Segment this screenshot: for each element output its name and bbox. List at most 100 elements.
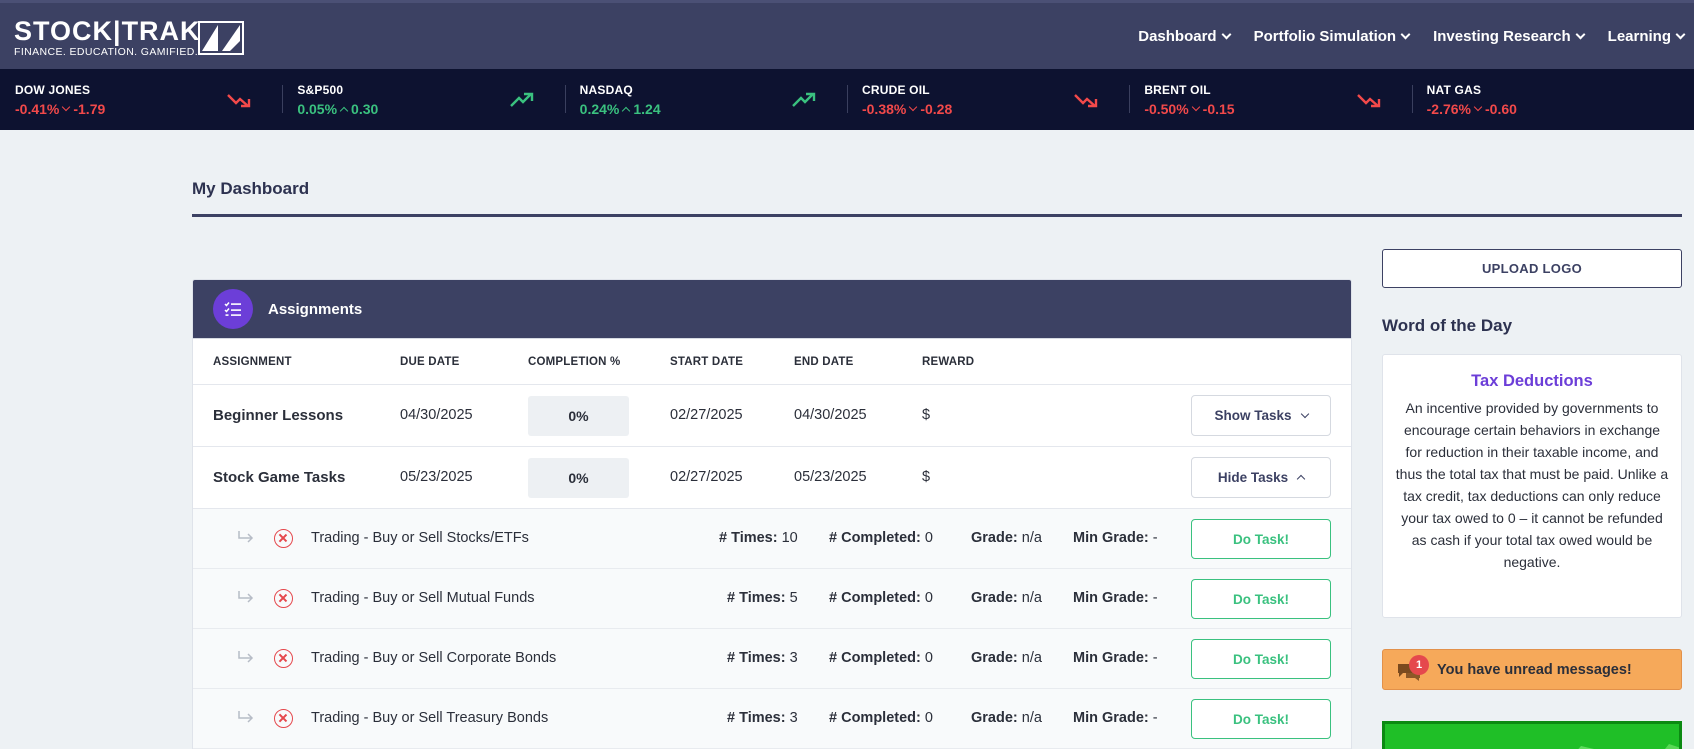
incomplete-icon	[274, 709, 293, 728]
nav-dashboard[interactable]: Dashboard	[1138, 28, 1232, 45]
times-label: # Times:	[727, 650, 786, 666]
ticker-item[interactable]: BRENT OIL -0.50% -0.15	[1129, 69, 1411, 130]
do-task-button[interactable]: Do Task!	[1191, 579, 1331, 619]
col-due-date: DUE DATE	[400, 356, 460, 368]
hide-tasks-button[interactable]: Hide Tasks	[1191, 457, 1331, 498]
min-grade-value: -	[1152, 590, 1158, 606]
ticker-item[interactable]: NAT GAS -2.76% -0.60	[1411, 69, 1694, 130]
do-task-button[interactable]: Do Task!	[1191, 639, 1331, 679]
ticker-name: NAT GAS	[1426, 83, 1482, 97]
completed-value: 0	[924, 650, 933, 666]
chevron-down-icon	[62, 102, 71, 112]
trend-down-icon	[1074, 94, 1098, 108]
chevron-down-icon	[1400, 29, 1411, 40]
completed-label: # Completed:	[829, 650, 921, 666]
chevron-up-icon	[1296, 474, 1306, 484]
grade-label: Grade:	[971, 650, 1018, 666]
promo-banner[interactable]	[1382, 721, 1682, 749]
trend-down-icon	[227, 94, 251, 108]
nav-investing-research[interactable]: Investing Research	[1433, 28, 1586, 45]
ticker-change: -0.60	[1485, 101, 1517, 117]
subitem-arrow-icon	[238, 651, 254, 663]
trend-up-icon	[792, 92, 816, 107]
hide-tasks-label: Hide Tasks	[1217, 470, 1289, 485]
grade-value: n/a	[1021, 530, 1042, 546]
chevron-down-icon	[1675, 29, 1686, 40]
ticker-item[interactable]: NASDAQ 0.24% 1.24	[564, 69, 847, 130]
subitem-arrow-icon	[238, 711, 254, 723]
completed-value: 0	[924, 710, 933, 726]
completed-label: # Completed:	[829, 710, 921, 726]
ticker-change: -0.15	[1202, 101, 1235, 117]
completion-badge: 0%	[528, 396, 629, 436]
col-start-date: START DATE	[670, 356, 744, 368]
completed-value: 0	[924, 530, 933, 546]
nav-portfolio-simulation[interactable]: Portfolio Simulation	[1254, 28, 1411, 45]
task-min-grade: Min Grade: -	[1073, 650, 1158, 666]
nav-dashboard-label: Dashboard	[1138, 28, 1217, 45]
task-completed: # Completed: 0	[829, 650, 933, 666]
nav-learning[interactable]: Learning	[1608, 28, 1686, 45]
task-times: # Times: 10	[719, 530, 798, 546]
chevron-down-icon	[1191, 102, 1200, 112]
word-of-day-definition: An incentive provided by governments to …	[1395, 400, 1669, 570]
ticker-item[interactable]: CRUDE OIL -0.38% -0.28	[846, 69, 1129, 130]
times-label: # Times:	[727, 710, 786, 726]
task-times: # Times: 3	[727, 650, 798, 666]
assignment-reward: $	[922, 469, 931, 485]
unread-messages-text: You have unread messages!	[1437, 662, 1632, 678]
task-row: Trading - Buy or Sell Corporate Bonds # …	[193, 629, 1351, 689]
completed-label: # Completed:	[829, 590, 921, 606]
message-count-badge: 1	[1409, 655, 1429, 675]
assignments-header: Assignments	[193, 280, 1351, 338]
task-name: Trading - Buy or Sell Corporate Bonds	[311, 650, 557, 666]
grade-value: n/a	[1021, 710, 1042, 726]
col-assignment: ASSIGNMENT	[213, 356, 292, 368]
word-of-day-term[interactable]: Tax Deductions	[1395, 372, 1669, 391]
stocktrak-logo[interactable]: STOCK|TRAK FINANCE. EDUCATION. GAMIFIED.	[14, 17, 244, 61]
assignment-start-date: 02/27/2025	[670, 407, 743, 423]
trend-down-icon	[1356, 94, 1380, 108]
cubes-graphic	[1578, 744, 1679, 749]
min-grade-value: -	[1152, 530, 1158, 546]
task-row: Trading - Buy or Sell Treasury Bonds # T…	[193, 689, 1351, 749]
unread-messages-alert[interactable]: 1 You have unread messages!	[1382, 649, 1682, 690]
completion-badge: 0%	[528, 458, 629, 498]
task-name: Trading - Buy or Sell Stocks/ETFs	[311, 530, 529, 546]
assignment-name: Stock Game Tasks	[213, 469, 346, 486]
times-label: # Times:	[727, 590, 786, 606]
title-divider	[192, 214, 1682, 217]
task-completed: # Completed: 0	[829, 590, 933, 606]
chevron-down-icon	[1300, 409, 1309, 418]
do-task-button[interactable]: Do Task!	[1191, 699, 1331, 739]
nav-investing-research-label: Investing Research	[1433, 28, 1571, 45]
chevron-up-icon	[622, 106, 631, 115]
ticker-item[interactable]: DOW JONES -0.41% -1.79	[0, 69, 282, 130]
upload-logo-button[interactable]: UPLOAD LOGO	[1382, 249, 1682, 288]
min-grade-label: Min Grade:	[1073, 530, 1149, 546]
task-times: # Times: 5	[727, 590, 798, 606]
incomplete-icon	[274, 649, 293, 668]
task-times: # Times: 3	[727, 710, 798, 726]
show-tasks-button[interactable]: Show Tasks	[1191, 395, 1331, 436]
ticker-pct: -0.50%	[1144, 101, 1189, 117]
word-of-day-card: Tax Deductions An incentive provided by …	[1382, 354, 1682, 618]
do-task-button[interactable]: Do Task!	[1191, 519, 1331, 559]
assignment-due-date: 04/30/2025	[400, 407, 473, 423]
page-title: My Dashboard	[192, 179, 310, 198]
ticker-item[interactable]: S&P500 0.05% 0.30	[282, 69, 564, 130]
task-name: Trading - Buy or Sell Treasury Bonds	[311, 710, 549, 726]
top-header: STOCK|TRAK FINANCE. EDUCATION. GAMIFIED.…	[0, 0, 1694, 69]
col-completion: COMPLETION %	[528, 356, 621, 368]
grade-label: Grade:	[971, 530, 1018, 546]
ticker-change: 0.30	[351, 101, 379, 117]
grade-value: n/a	[1021, 590, 1042, 606]
task-completed: # Completed: 0	[829, 710, 933, 726]
assignments-table-header: ASSIGNMENT DUE DATE COMPLETION % START D…	[193, 338, 1351, 385]
min-grade-label: Min Grade:	[1073, 710, 1149, 726]
task-name: Trading - Buy or Sell Mutual Funds	[311, 590, 535, 606]
completed-label: # Completed:	[829, 530, 921, 546]
completed-value: 0	[924, 590, 933, 606]
times-value: 5	[789, 590, 798, 606]
task-grade: Grade: n/a	[971, 590, 1042, 606]
